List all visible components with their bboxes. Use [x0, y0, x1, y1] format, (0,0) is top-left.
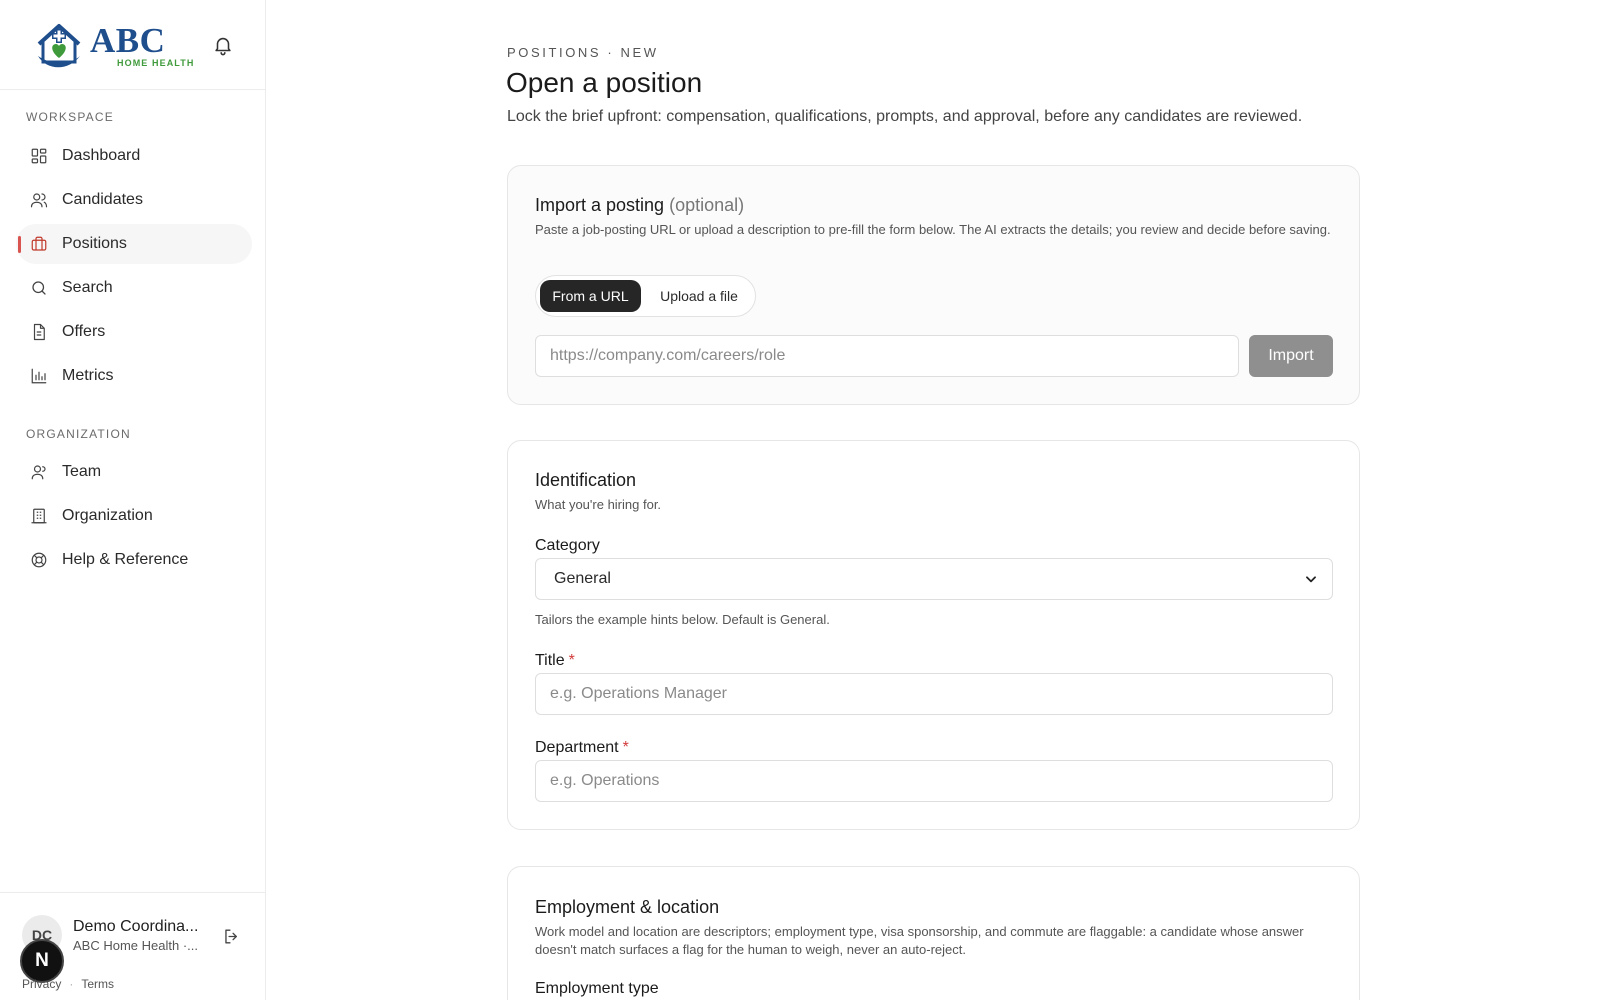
sidebar-item-label: Organization [62, 507, 153, 524]
workspace-section-label: WORKSPACE [26, 110, 114, 124]
department-field [535, 760, 1333, 802]
employment-description: Work model and location are descriptors;… [535, 924, 1304, 957]
breadcrumb: POSITIONS · NEW [507, 45, 659, 60]
tab-from-url[interactable]: From a URL [540, 280, 641, 312]
organization-section-label: ORGANIZATION [26, 427, 131, 441]
title-input[interactable] [550, 685, 1318, 703]
brand-tagline: HOME HEALTH [117, 57, 195, 68]
sidebar: ABC HOME HEALTH WORKSPACE Dashboard Cand… [0, 0, 266, 1000]
sidebar-item-label: Search [62, 279, 113, 296]
terms-link[interactable]: Terms [81, 977, 114, 991]
brand-name: ABC [90, 20, 166, 60]
sidebar-item-label: Metrics [62, 367, 114, 384]
sidebar-item-dashboard[interactable]: Dashboard [16, 136, 252, 176]
sidebar-item-label: Help & Reference [62, 551, 189, 568]
sidebar-item-label: Team [62, 463, 102, 480]
user-name: Demo Coordina... [73, 918, 199, 935]
house-heart-logo-icon [37, 24, 81, 68]
dashboard-icon [31, 148, 47, 164]
employment-type-label: Employment type [535, 980, 659, 997]
category-label: Category [535, 537, 600, 554]
user-organization: ABC Home Health ·... [73, 938, 198, 953]
posting-url-input[interactable] [550, 347, 1224, 365]
chevron-down-icon [1306, 576, 1316, 583]
logo-bar: ABC HOME HEALTH [0, 0, 265, 90]
user-icon [31, 465, 46, 480]
sidebar-item-help-reference[interactable]: Help & Reference [16, 540, 252, 580]
brand-wordmark: ABC HOME HEALTH [90, 23, 194, 68]
sidebar-item-label: Dashboard [62, 147, 141, 164]
sidebar-item-metrics[interactable]: Metrics [16, 356, 252, 396]
search-icon [32, 281, 46, 295]
required-mark: * [568, 652, 575, 669]
optional-label: (optional) [669, 195, 745, 215]
tab-upload-file[interactable]: Upload a file [645, 280, 753, 312]
main-content: POSITIONS · NEW Open a position Lock the… [266, 0, 1600, 1000]
import-button[interactable]: Import [1249, 335, 1333, 377]
category-selected-value: General [554, 570, 611, 587]
bar-chart-icon [31, 368, 47, 384]
sidebar-footer: DC N Demo Coordina... ABC Home Health ·.… [0, 892, 265, 1000]
import-card-title: Import a posting (optional) [535, 195, 744, 216]
bell-icon[interactable] [212, 34, 234, 56]
sidebar-item-label: Candidates [62, 191, 143, 208]
sidebar-item-organization[interactable]: Organization [16, 496, 252, 536]
posting-url-field [535, 335, 1239, 377]
brand-logo[interactable]: ABC HOME HEALTH [32, 18, 194, 72]
sidebar-item-positions[interactable]: Positions [16, 224, 252, 264]
import-posting-card: Import a posting (optional) Paste a job-… [507, 165, 1360, 405]
privacy-link[interactable]: Privacy [22, 977, 61, 991]
users-icon [30, 193, 48, 208]
department-input[interactable] [550, 772, 1318, 790]
sidebar-item-label: Offers [62, 323, 106, 340]
employment-location-card: Employment & location Work model and loc… [507, 866, 1360, 1000]
briefcase-icon [31, 236, 47, 251]
sidebar-item-label: Positions [62, 235, 127, 252]
employment-title: Employment & location [535, 897, 720, 917]
sidebar-item-search[interactable]: Search [16, 268, 252, 308]
title-label-text: Title [535, 652, 565, 669]
department-field-label: Department * [535, 739, 629, 757]
identification-title: Identification [535, 470, 637, 490]
category-hint: Tailors the example hints below. Default… [535, 612, 830, 627]
title-field [535, 673, 1333, 715]
import-card-description: Paste a job-posting URL or upload a desc… [535, 222, 1331, 237]
sidebar-item-offers[interactable]: Offers [16, 312, 252, 352]
identification-description: What you're hiring for. [535, 497, 662, 512]
identification-card: Identification What you're hiring for. C… [507, 440, 1360, 830]
footer-links: Privacy · Terms [22, 977, 114, 991]
document-icon [33, 323, 45, 341]
separator-dot: · [69, 977, 74, 991]
page-subtitle: Lock the brief upfront: compensation, qu… [507, 108, 1303, 125]
lifebuoy-icon [31, 552, 47, 568]
import-source-toggle: From a URL Upload a file [535, 275, 756, 317]
logout-icon[interactable] [222, 927, 241, 946]
category-select[interactable]: General [535, 558, 1333, 600]
sidebar-item-team[interactable]: Team [16, 452, 252, 492]
department-label-text: Department [535, 739, 619, 756]
required-mark: * [622, 739, 629, 756]
title-field-label: Title * [535, 652, 575, 670]
sidebar-item-candidates[interactable]: Candidates [16, 180, 252, 220]
import-card-title-text: Import a posting [535, 195, 665, 215]
building-icon [31, 508, 47, 524]
page-title: Open a position [506, 67, 703, 98]
